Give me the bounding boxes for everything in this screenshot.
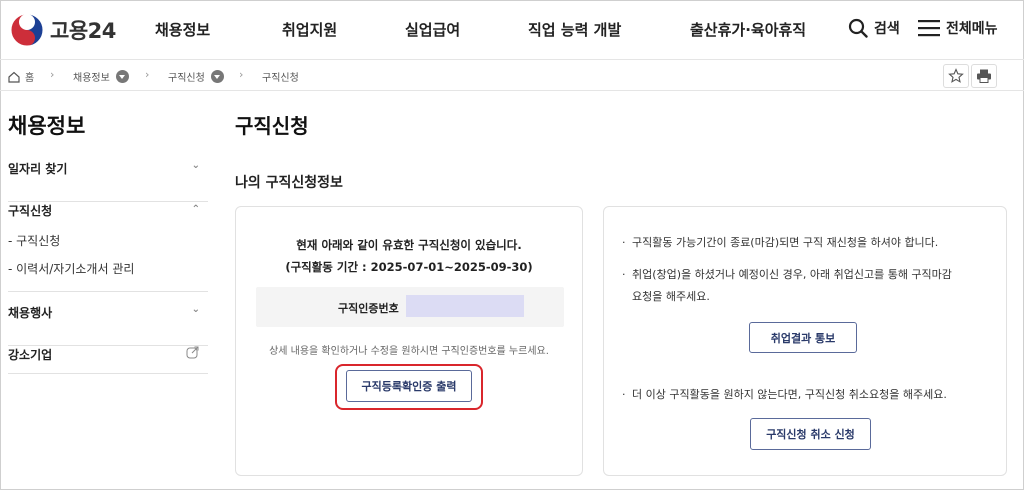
breadcrumb-separator-icon: › [239, 68, 244, 81]
bullet-dot-icon: · [622, 236, 626, 249]
breadcrumb-level1-label: 채용정보 [73, 73, 110, 84]
printer-icon [977, 69, 991, 83]
cancel-application-button[interactable]: 구직신청 취소 신청 [750, 418, 871, 450]
breadcrumb-current-label: 구직신청 [262, 73, 299, 84]
sidebar-item-label: 채용행사 [8, 306, 53, 320]
breadcrumb-home[interactable]: 홈 [8, 69, 34, 84]
external-link-icon [186, 346, 199, 359]
nav-vocational-training[interactable]: 직업 능력 개발 [528, 19, 621, 40]
breadcrumb-home-label: 홈 [25, 73, 35, 84]
breadcrumb: 홈 › 채용정보 › 구직신청 › 구직신청 [0, 61, 1024, 91]
search-button[interactable]: 검색 [848, 18, 900, 38]
guidance-card: · 구직활동 가능기간이 종료(마감)되면 구직 재신청을 하셔야 합니다. · 취… [603, 206, 1007, 476]
guidance-text-continued: 요청을 해주세요. [632, 290, 710, 303]
guidance-bullet: · 더 이상 구직활동을 원하지 않는다면, 구직신청 취소요청을 해주세요. [622, 381, 947, 408]
nav-parental-leave[interactable]: 출산휴가·육아휴직 [690, 19, 806, 40]
home-icon [8, 71, 20, 83]
government-emblem-icon [10, 13, 44, 47]
sidebar-item-small-giants[interactable]: 강소기업 [8, 346, 208, 374]
guidance-text: 구직활동 가능기간이 종료(마감)되면 구직 재신청을 하셔야 합니다. [632, 236, 939, 249]
breadcrumb-level2[interactable]: 구직신청 [168, 69, 224, 84]
page-title: 구직신청 [235, 114, 309, 138]
registration-number-row: 구직인증번호 [256, 287, 564, 327]
star-icon [948, 68, 964, 83]
sidebar-item-recruitment-events[interactable]: 채용행사 ⌄ [8, 304, 208, 346]
all-menu-label: 전체메뉴 [946, 21, 998, 37]
logo[interactable]: 고용24 [10, 13, 116, 47]
breadcrumb-current: 구직신청 [262, 69, 299, 84]
sidebar-item-label: 강소기업 [8, 348, 53, 362]
sidebar-item-job-search[interactable]: 일자리 찾기 ⌄ [8, 160, 208, 202]
print-button[interactable] [971, 64, 997, 88]
search-icon [848, 18, 868, 38]
sidebar-item-label: 구직신청 [8, 204, 53, 218]
logo-text: 고용24 [50, 19, 116, 43]
application-info-card: 현재 아래와 같이 유효한 구직신청이 있습니다. (구직활동 기간 : 202… [235, 206, 583, 476]
section-title: 나의 구직신청정보 [235, 175, 343, 191]
breadcrumb-level2-label: 구직신청 [168, 73, 205, 84]
registration-number-label: 구직인증번호 [338, 302, 399, 315]
chevron-up-icon: ⌃ [191, 204, 200, 215]
chevron-down-icon: ⌄ [191, 304, 200, 315]
hamburger-menu-icon [918, 20, 940, 37]
site-header: 고용24 채용정보 취업지원 실업급여 직업 능력 개발 출산휴가·육아휴직 검… [0, 0, 1024, 60]
report-employment-button[interactable]: 취업결과 통보 [749, 322, 857, 353]
sidebar-title: 채용정보 [8, 114, 86, 138]
chevron-down-icon: ⌄ [191, 160, 200, 171]
breadcrumb-level1[interactable]: 채용정보 [73, 69, 129, 84]
breadcrumb-separator-icon: › [145, 68, 150, 81]
breadcrumb-separator-icon: › [50, 68, 55, 81]
registration-hint: 상세 내용을 확인하거나 수정을 원하시면 구직인증번호를 누르세요. [269, 346, 549, 357]
search-label: 검색 [874, 21, 900, 37]
sidebar-item-label: 일자리 찾기 [8, 162, 68, 176]
valid-application-notice: 현재 아래와 같이 유효한 구직신청이 있습니다. [296, 238, 522, 252]
all-menu-button[interactable]: 전체메뉴 [918, 18, 998, 38]
guidance-text: 취업(창업)을 하셨거나 예정이신 경우, 아래 취업신고를 통해 구직마감 [632, 268, 952, 281]
nav-employment-support[interactable]: 취업지원 [282, 19, 337, 40]
bullet-dot-icon: · [622, 268, 626, 281]
print-certificate-button[interactable]: 구직등록확인증 출력 [346, 370, 472, 402]
registration-number-link[interactable] [406, 295, 524, 317]
sidebar-subitem-job-application[interactable]: - 구직신청 [8, 232, 60, 249]
guidance-text: 더 이상 구직활동을 원하지 않는다면, 구직신청 취소요청을 해주세요. [632, 388, 947, 401]
job-search-period: (구직활동 기간 : 2025-07-01~2025-09-30) [285, 260, 533, 274]
dropdown-circle-icon[interactable] [115, 70, 129, 83]
guidance-bullet: · 구직활동 가능기간이 종료(마감)되면 구직 재신청을 하셔야 합니다. [622, 229, 938, 256]
sidebar-subitem-resume-management[interactable]: - 이력서/자기소개서 관리 [8, 260, 134, 277]
nav-jobs-info[interactable]: 채용정보 [155, 19, 210, 40]
nav-unemployment-benefit[interactable]: 실업급여 [405, 19, 460, 40]
favorite-button[interactable] [943, 64, 969, 88]
bullet-dot-icon: · [622, 388, 626, 401]
dropdown-circle-icon[interactable] [210, 70, 224, 83]
